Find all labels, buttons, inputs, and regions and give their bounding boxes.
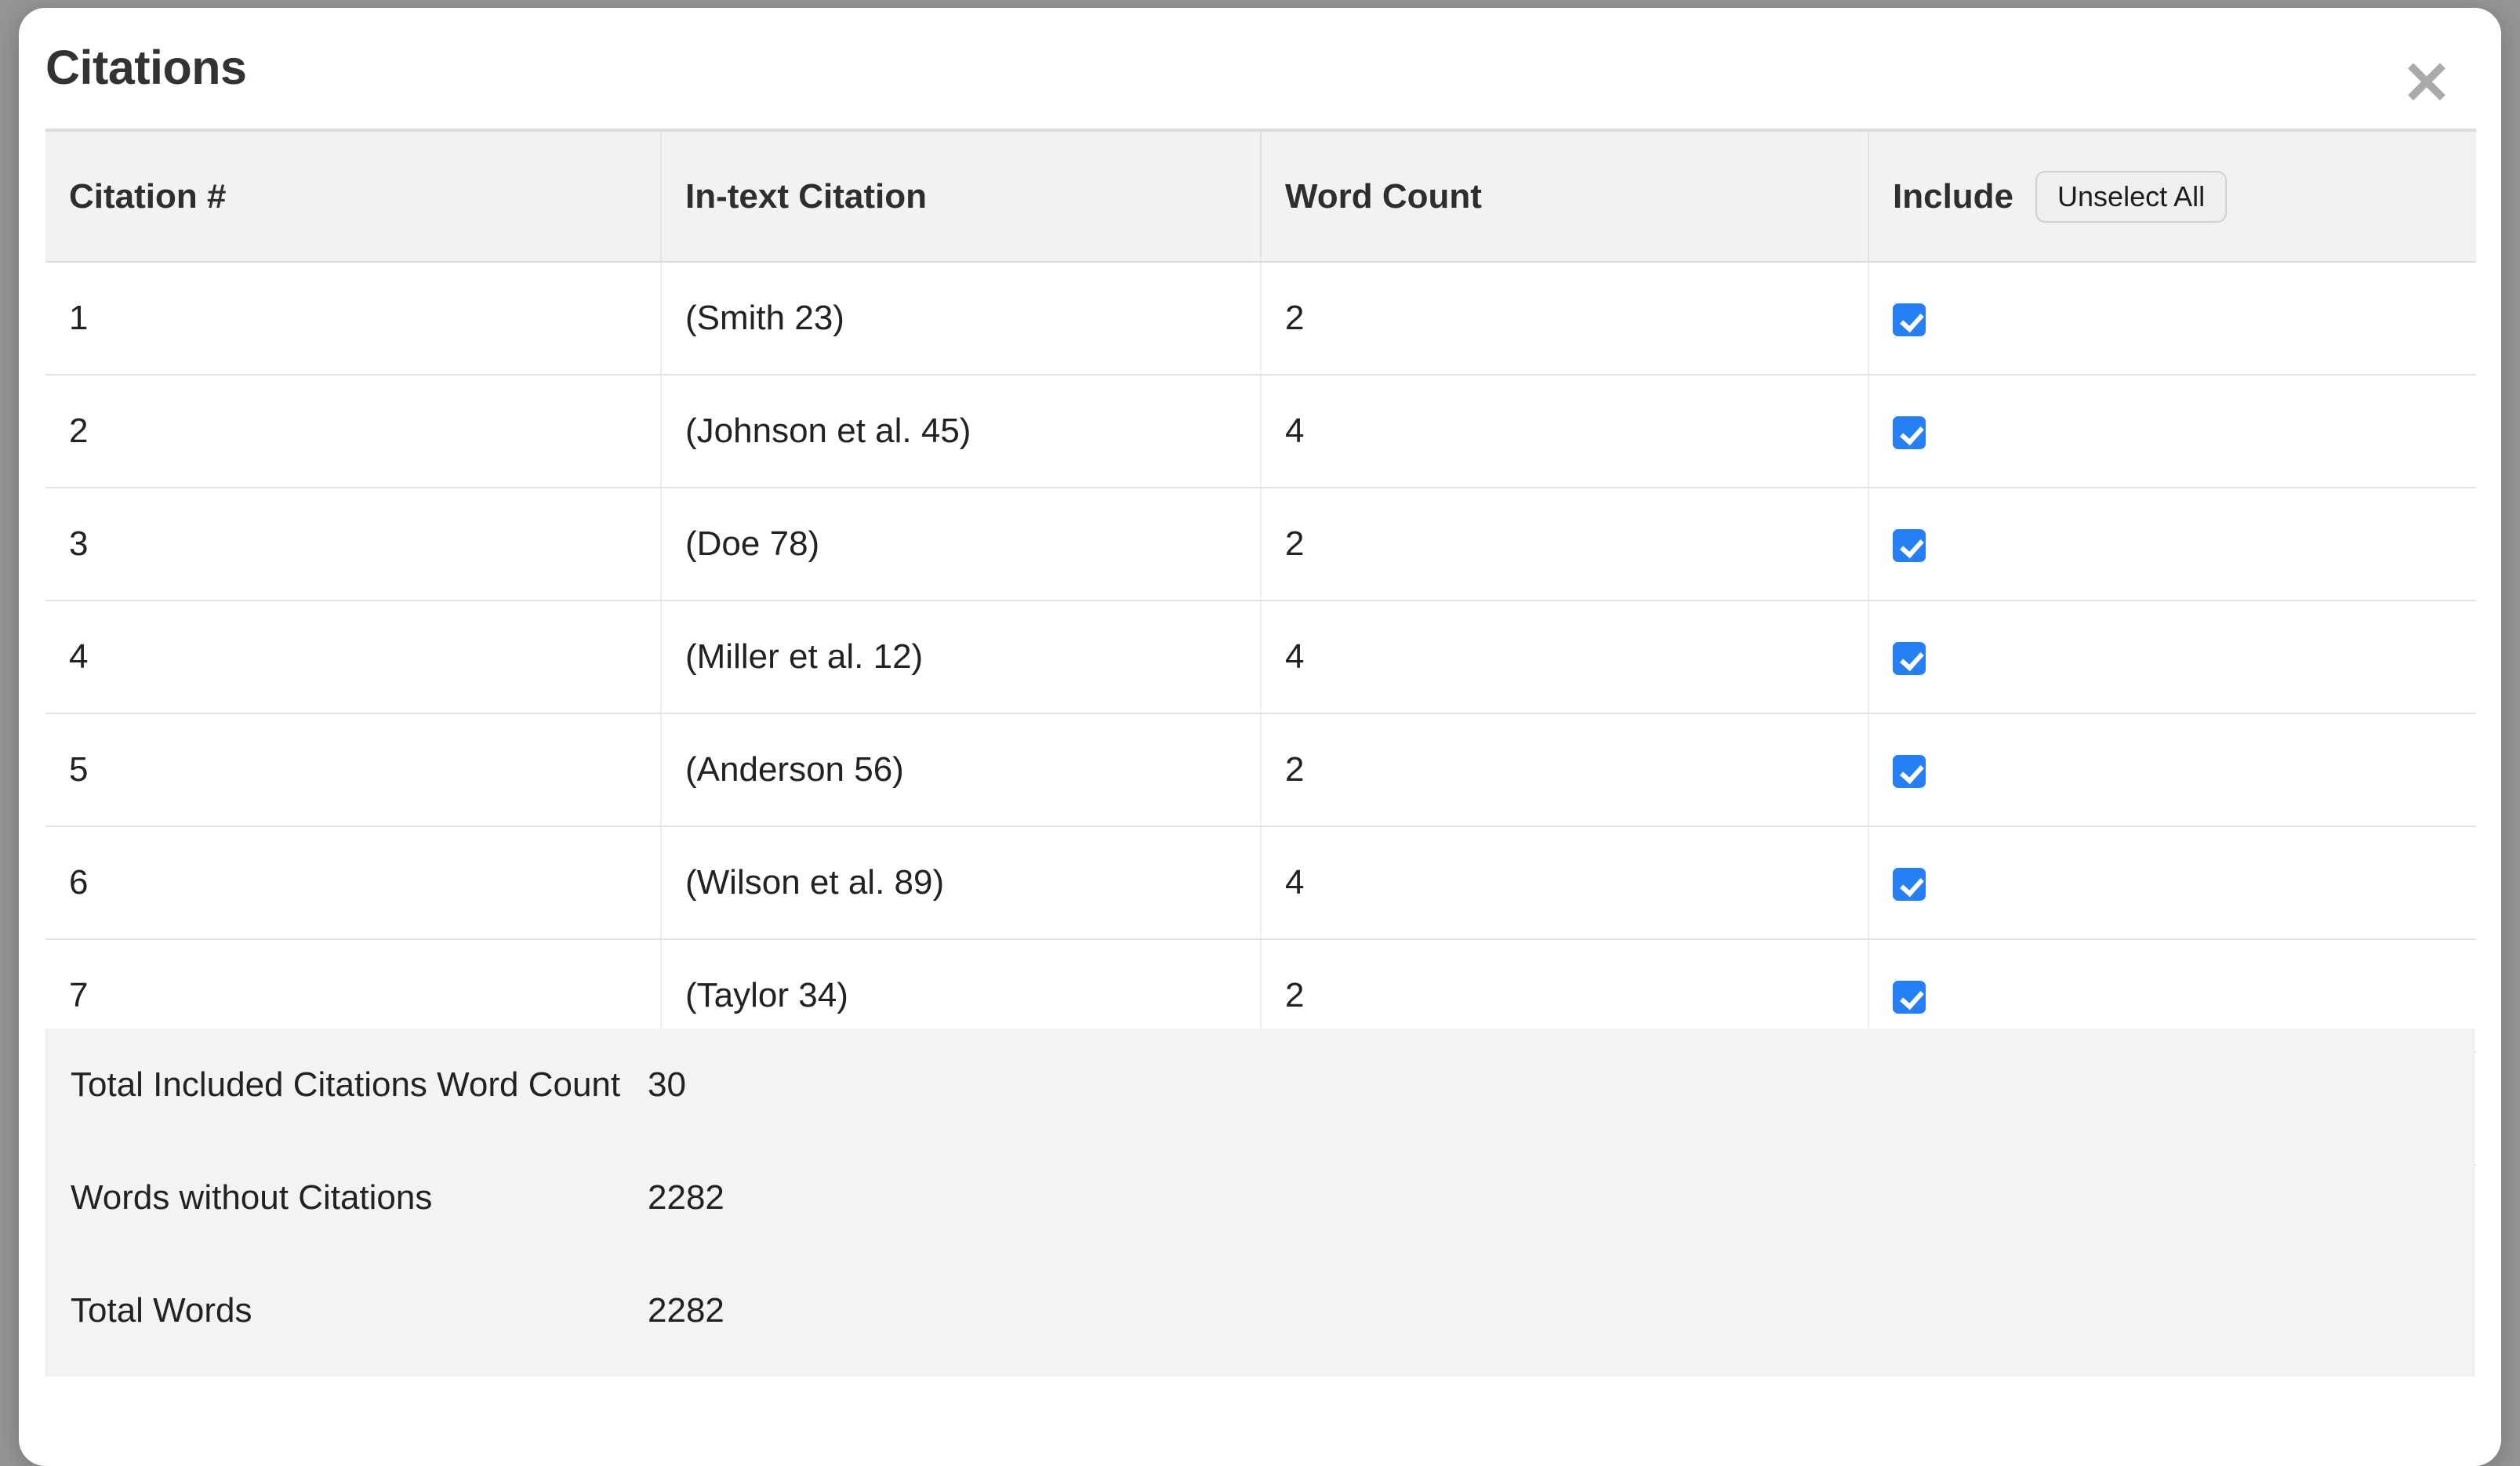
cell-word-count: 4 [1261,601,1868,713]
include-checkbox[interactable] [1893,642,1926,675]
cell-include [1868,488,2476,601]
column-header-include: Include Unselect All [1868,132,2476,262]
column-header-citation-number: Citation # [45,132,661,262]
cell-word-count: 2 [1261,262,1868,375]
cell-include [1868,262,2476,375]
column-header-include-label: Include [1893,177,2013,216]
cell-in-text-citation: (Doe 78) [661,488,1261,601]
include-checkbox[interactable] [1893,868,1926,901]
table-row: 2(Johnson et al. 45)4 [45,375,2476,488]
cell-citation-number: 1 [45,262,661,375]
table-row: 4(Miller et al. 12)4 [45,601,2476,713]
summary-value: 30 [648,1065,686,1105]
cell-word-count: 4 [1261,826,1868,939]
summary-value: 2282 [648,1291,724,1330]
table-row: 1(Smith 23)2 [45,262,2476,375]
cell-word-count: 2 [1261,488,1868,601]
column-header-in-text-citation: In-text Citation [661,132,1261,262]
cell-in-text-citation: (Anderson 56) [661,713,1261,826]
citations-modal: Citations ✕ Citation # In-text Citation … [19,8,2501,1466]
cell-include [1868,713,2476,826]
cell-include [1868,826,2476,939]
page-title: Citations [45,44,246,92]
summary-row: Total Included Citations Word Count 30 [47,1029,2473,1141]
table-header-row: Citation # In-text Citation Word Count I… [45,132,2476,262]
unselect-all-button[interactable]: Unselect All [2035,171,2227,223]
column-header-word-count: Word Count [1261,132,1868,262]
summary-panel: Total Included Citations Word Count 30 Wor… [45,1029,2475,1377]
cell-citation-number: 3 [45,488,661,601]
table-header: Citation # In-text Citation Word Count I… [45,132,2476,262]
cell-include [1868,601,2476,713]
summary-value: 2282 [648,1178,724,1217]
table-row: 3(Doe 78)2 [45,488,2476,601]
close-icon[interactable]: ✕ [2398,55,2456,113]
include-checkbox[interactable] [1893,755,1926,788]
table-row: 5(Anderson 56)2 [45,713,2476,826]
cell-citation-number: 5 [45,713,661,826]
cell-in-text-citation: (Miller et al. 12) [661,601,1261,713]
cell-include [1868,375,2476,488]
cell-word-count: 4 [1261,375,1868,488]
table-row: 6(Wilson et al. 89)4 [45,826,2476,939]
summary-label: Total Included Citations Word Count [71,1065,620,1105]
cell-citation-number: 6 [45,826,661,939]
include-checkbox[interactable] [1893,981,1926,1014]
summary-row: Total Words 2282 [47,1254,2473,1367]
cell-citation-number: 4 [45,601,661,713]
cell-word-count: 2 [1261,713,1868,826]
include-checkbox[interactable] [1893,303,1926,336]
summary-label: Total Words [71,1291,252,1330]
summary-label: Words without Citations [71,1178,432,1217]
cell-citation-number: 2 [45,375,661,488]
include-checkbox[interactable] [1893,416,1926,449]
include-checkbox[interactable] [1893,529,1926,562]
summary-row: Words without Citations 2282 [47,1141,2473,1254]
cell-in-text-citation: (Wilson et al. 89) [661,826,1261,939]
cell-in-text-citation: (Johnson et al. 45) [661,375,1261,488]
cell-in-text-citation: (Smith 23) [661,262,1261,375]
citations-table: Citation # In-text Citation Word Count I… [45,132,2476,1166]
